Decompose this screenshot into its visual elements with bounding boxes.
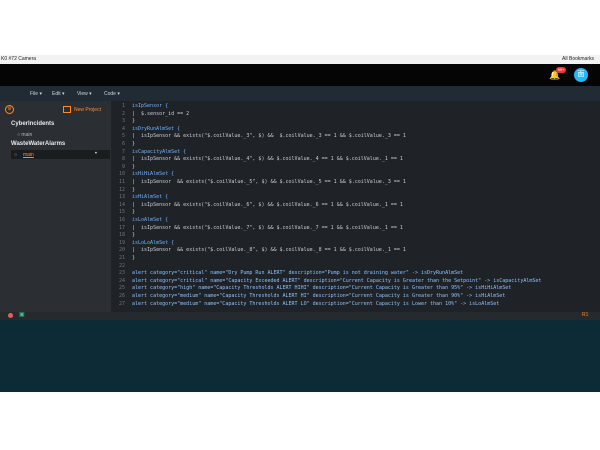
code-line[interactable]: | isIpSensor && exists("$.coilValue._5",… bbox=[132, 179, 406, 185]
branch-main-wastewater[interactable]: ○ main • bbox=[11, 150, 110, 159]
line-number: 26 bbox=[118, 293, 125, 299]
code-line[interactable]: } bbox=[132, 164, 135, 170]
branch-icon: ○ bbox=[17, 132, 21, 138]
code-line[interactable]: alert category="high" name="Capacity Thr… bbox=[132, 285, 511, 291]
branch-main-cyber[interactable]: ○ main bbox=[17, 132, 32, 138]
line-number: 12 bbox=[118, 186, 125, 193]
code-line[interactable]: } bbox=[132, 232, 135, 238]
line-number: 14 bbox=[118, 201, 125, 208]
code-line[interactable]: isHiAlmSet { bbox=[132, 194, 168, 200]
line-number: 3 bbox=[121, 118, 125, 125]
grid-icon[interactable]: ▣ bbox=[19, 312, 25, 318]
code-line[interactable]: alert category="medium" name="Capacity T… bbox=[132, 293, 505, 299]
line-number: 15 bbox=[118, 209, 125, 216]
line-number: 6 bbox=[121, 141, 125, 147]
project-cyberincidents[interactable]: CyberIncidents bbox=[11, 121, 54, 127]
browser-bar: K0 #72 Camera All Bookmarks bbox=[0, 55, 600, 64]
line-number: 21 bbox=[118, 255, 125, 261]
code-line[interactable]: | isIpSensor && exists("$.coilValue._7",… bbox=[132, 225, 403, 231]
folder-plus-icon bbox=[63, 106, 71, 113]
branch-label: main bbox=[21, 132, 33, 138]
code-editor[interactable]: 1 isIpSensor { 2 | $.sensor_id == 2 3} 4 isDry… bbox=[111, 101, 600, 312]
project-wastewateralarms[interactable]: WasteWaterAlarms bbox=[11, 141, 65, 147]
code-line[interactable]: } bbox=[132, 255, 135, 261]
line-number: 9 bbox=[121, 163, 125, 170]
line-number: 4 bbox=[121, 125, 125, 132]
new-project-button[interactable]: New Project bbox=[63, 106, 101, 113]
menu-edit[interactable]: Edit ▾ bbox=[52, 91, 65, 97]
line-number: 23 bbox=[118, 270, 125, 277]
code-line[interactable]: isCapacityAlmSet { bbox=[132, 149, 186, 155]
line-number: 24 bbox=[118, 277, 125, 284]
menu-code[interactable]: Code ▾ bbox=[104, 91, 120, 97]
code-line[interactable]: } bbox=[132, 209, 135, 215]
code-line[interactable]: | isIpSensor && exists("$.coilValue._6",… bbox=[132, 202, 403, 208]
line-number: 10 bbox=[118, 171, 125, 178]
line-number: 5 bbox=[121, 133, 125, 140]
gear-icon[interactable]: ⚙ bbox=[5, 105, 14, 114]
code-line[interactable]: isHiHiAlmSet { bbox=[132, 171, 174, 177]
status-right: R1 bbox=[582, 312, 589, 318]
line-number: 2 bbox=[121, 110, 125, 117]
active-dot-icon: • bbox=[94, 151, 97, 157]
menu-view[interactable]: View ▾ bbox=[77, 91, 92, 97]
line-number: 17 bbox=[118, 224, 125, 231]
code-line[interactable]: | $.sensor_id == 2 bbox=[132, 111, 189, 117]
bookmarks-link[interactable]: All Bookmarks bbox=[562, 56, 594, 62]
line-number: 27 bbox=[118, 300, 125, 307]
notification-badge: 99+ bbox=[556, 67, 566, 73]
code-line[interactable]: } bbox=[132, 187, 135, 193]
line-number: 22 bbox=[118, 262, 125, 269]
code-line[interactable]: isLoLoAlmSet { bbox=[132, 240, 174, 246]
code-line[interactable]: isLoAlmSet { bbox=[132, 217, 168, 223]
code-line[interactable]: | isIpSensor && exists("$.coilValue._4",… bbox=[132, 156, 403, 162]
branch-label: main bbox=[23, 152, 34, 158]
line-number: 18 bbox=[118, 232, 125, 239]
line-number: 25 bbox=[118, 285, 125, 292]
line-number: 20 bbox=[118, 247, 125, 254]
line-number: 13 bbox=[118, 194, 125, 201]
code-line[interactable]: | isIpSensor && exists("$.coilValue._3",… bbox=[132, 133, 406, 139]
bottom-panel bbox=[0, 320, 600, 392]
code-line[interactable]: } bbox=[132, 141, 135, 147]
line-number: 8 bbox=[121, 156, 125, 163]
code-line[interactable]: alert category="medium" name="Capacity T… bbox=[132, 301, 499, 307]
code-line[interactable]: alert category="critical" name="Capacity… bbox=[132, 278, 541, 284]
code-line[interactable]: isIpSensor { bbox=[132, 103, 168, 109]
error-icon[interactable] bbox=[8, 313, 13, 318]
code-line[interactable]: isDryRunAlmSet { bbox=[132, 126, 180, 132]
app-header bbox=[0, 64, 600, 86]
code-line[interactable]: alert category="critical" name="Dry Pump… bbox=[132, 270, 463, 276]
line-number: 1 bbox=[121, 103, 125, 109]
line-number: 19 bbox=[118, 239, 125, 246]
window-title: K0 #72 Camera bbox=[1, 56, 37, 62]
avatar[interactable]: 面 bbox=[574, 68, 588, 82]
menu-file[interactable]: File ▾ bbox=[30, 91, 42, 97]
line-number: 11 bbox=[118, 179, 125, 185]
line-number: 7 bbox=[121, 148, 125, 155]
code-line[interactable]: | isIpSensor && exists("$.coilValue._8",… bbox=[132, 247, 406, 253]
line-number: 16 bbox=[118, 217, 125, 223]
branch-icon: ○ bbox=[14, 152, 18, 158]
status-bar bbox=[0, 312, 600, 320]
code-line[interactable]: } bbox=[132, 118, 135, 124]
new-project-label: New Project bbox=[74, 106, 101, 113]
